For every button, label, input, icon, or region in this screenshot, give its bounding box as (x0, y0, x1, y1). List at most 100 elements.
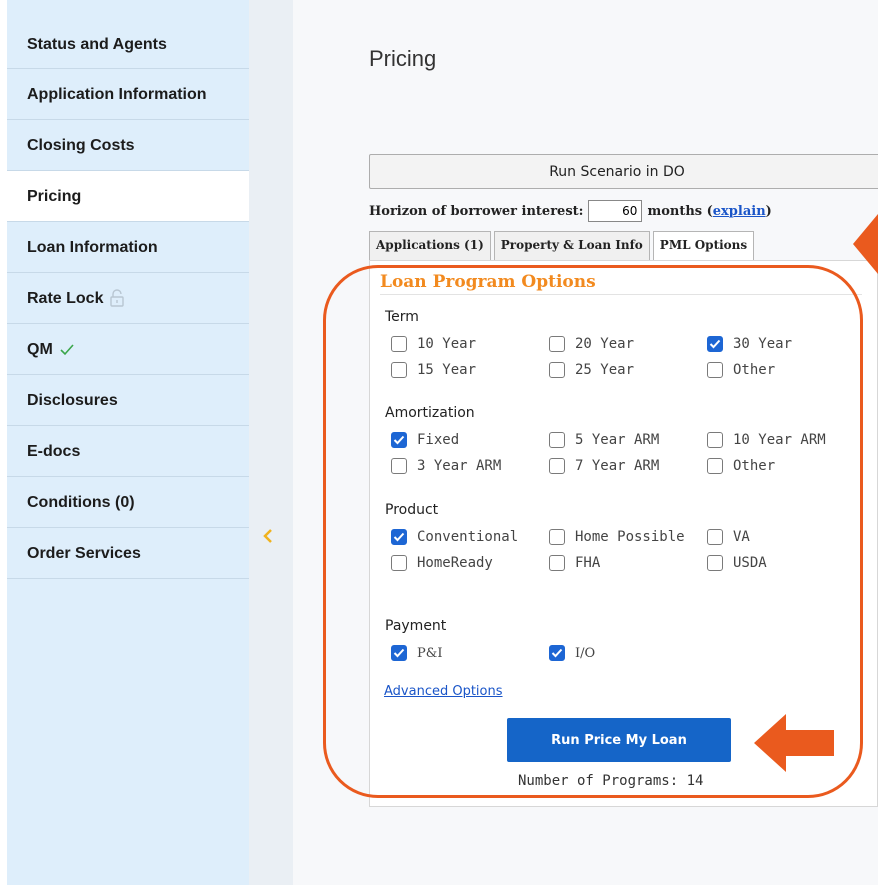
checkbox-box[interactable] (707, 529, 723, 545)
tab-bar: Applications (1) Property & Loan Info PM… (369, 231, 757, 261)
chevron-left-icon[interactable] (262, 528, 274, 549)
checkbox-box[interactable] (391, 432, 407, 448)
checkbox-label: Fixed (417, 432, 460, 448)
sidebar-item-application-information[interactable]: Application Information (7, 69, 249, 120)
checkbox-label: 3 Year ARM (417, 458, 502, 474)
checkbox-box[interactable] (391, 362, 407, 378)
term-20-year-checkbox[interactable]: 20 Year (549, 336, 634, 352)
checkbox-label: 20 Year (575, 336, 635, 352)
checkbox-label: HomeReady (417, 555, 493, 571)
amortization-5-year-arm-checkbox[interactable]: 5 Year ARM (549, 432, 659, 448)
checkbox-label: 15 Year (417, 362, 477, 378)
unlock-icon (109, 289, 125, 307)
checkbox-label: P&I (417, 645, 443, 661)
checkbox-label: 7 Year ARM (575, 458, 660, 474)
sidebar-item-e-docs[interactable]: E-docs (7, 426, 249, 477)
horizon-row: Horizon of borrower interest: months (ex… (369, 200, 772, 222)
sidebar-item-label: Status and Agents (27, 36, 167, 53)
checkmark-icon (59, 342, 75, 356)
sidebar-item-label: Order Services (27, 544, 141, 562)
checkbox-label: USDA (733, 555, 767, 571)
checkbox-box[interactable] (391, 458, 407, 474)
horizon-months-input[interactable] (588, 200, 643, 222)
amortization-3-year-arm-checkbox[interactable]: 3 Year ARM (391, 458, 501, 474)
product-heading: Product (385, 502, 439, 518)
checkbox-box[interactable] (391, 555, 407, 571)
explain-link[interactable]: explain (713, 204, 766, 219)
checkbox-label: I/O (575, 645, 596, 661)
run-price-my-loan-button[interactable]: Run Price My Loan (507, 718, 731, 762)
checkbox-label: Home Possible (575, 529, 685, 545)
checkbox-label: Other (733, 362, 776, 378)
sidebar-item-label: Disclosures (27, 391, 118, 409)
sidebar-item-label: Loan Information (27, 238, 158, 256)
product-va-checkbox[interactable]: VA (707, 529, 750, 545)
horizon-label: Horizon of borrower interest: (369, 203, 584, 219)
product-home-possible-checkbox[interactable]: Home Possible (549, 529, 685, 545)
tab-property-loan-info[interactable]: Property & Loan Info (493, 231, 650, 260)
checkbox-box[interactable] (549, 555, 565, 571)
product-conventional-checkbox[interactable]: Conventional (391, 529, 518, 545)
sidebar-item-qm[interactable]: QM (7, 324, 249, 375)
sidebar-item-status-and-agents[interactable]: Status and Agents (7, 0, 249, 69)
checkbox-label: 30 Year (733, 336, 793, 352)
collapse-strip (249, 0, 293, 885)
term-other-checkbox[interactable]: Other (707, 362, 775, 378)
checkbox-box[interactable] (707, 458, 723, 474)
term-15-year-checkbox[interactable]: 15 Year (391, 362, 476, 378)
amortization-10-year-arm-checkbox[interactable]: 10 Year ARM (707, 432, 826, 448)
sidebar-item-rate-lock[interactable]: Rate Lock (7, 273, 249, 324)
sidebar-item-closing-costs[interactable]: Closing Costs (7, 120, 249, 171)
term-30-year-checkbox[interactable]: 30 Year (707, 336, 792, 352)
checkbox-box[interactable] (391, 336, 407, 352)
sidebar-item-label: Closing Costs (27, 136, 135, 154)
amortization-fixed-checkbox[interactable]: Fixed (391, 432, 459, 448)
checkbox-box[interactable] (549, 336, 565, 352)
horizon-close: ) (765, 203, 772, 219)
payment-p-and-i-checkbox[interactable]: P&I (391, 645, 442, 661)
page-title: Pricing (369, 46, 437, 71)
payment-i-o-checkbox[interactable]: I/O (549, 645, 595, 661)
product-homeready-checkbox[interactable]: HomeReady (391, 555, 493, 571)
number-of-programs: Number of Programs: 14 (518, 773, 704, 789)
checkbox-box[interactable] (391, 529, 407, 545)
checkbox-box[interactable] (549, 529, 565, 545)
payment-heading: Payment (385, 618, 447, 634)
advanced-options-link[interactable]: Advanced Options (384, 684, 503, 699)
checkbox-label: 25 Year (575, 362, 635, 378)
checkbox-box[interactable] (549, 432, 565, 448)
horizon-unit: months ( (647, 203, 713, 219)
sidebar-item-order-services[interactable]: Order Services (7, 528, 249, 579)
checkbox-box[interactable] (549, 362, 565, 378)
sidebar-item-label: Conditions (0) (27, 493, 135, 511)
checkbox-box[interactable] (707, 432, 723, 448)
sidebar-item-loan-information[interactable]: Loan Information (7, 222, 249, 273)
amortization-7-year-arm-checkbox[interactable]: 7 Year ARM (549, 458, 659, 474)
checkbox-box[interactable] (391, 645, 407, 661)
sidebar-item-label: Application Information (27, 85, 207, 103)
amortization-other-checkbox[interactable]: Other (707, 458, 775, 474)
sidebar-item-disclosures[interactable]: Disclosures (7, 375, 249, 426)
product-usda-checkbox[interactable]: USDA (707, 555, 767, 571)
sidebar-item-label: E-docs (27, 442, 81, 460)
checkbox-box[interactable] (549, 645, 565, 661)
checkbox-box[interactable] (549, 458, 565, 474)
sidebar-item-label: QM (27, 340, 53, 358)
checkbox-label: Conventional (417, 529, 519, 545)
checkbox-label: Other (733, 458, 776, 474)
sidebar-item-label: Rate Lock (27, 289, 104, 307)
tab-pml-options[interactable]: PML Options (652, 231, 755, 261)
product-fha-checkbox[interactable]: FHA (549, 555, 600, 571)
checkbox-box[interactable] (707, 336, 723, 352)
checkbox-box[interactable] (707, 555, 723, 571)
checkbox-label: 10 Year ARM (733, 432, 826, 448)
term-heading: Term (385, 309, 419, 325)
term-10-year-checkbox[interactable]: 10 Year (391, 336, 476, 352)
sidebar-item-pricing[interactable]: Pricing (7, 171, 249, 222)
sidebar-item-conditions[interactable]: Conditions (0) (7, 477, 249, 528)
run-scenario-button[interactable]: Run Scenario in DO (369, 154, 878, 189)
tab-applications[interactable]: Applications (1) (369, 231, 491, 260)
checkbox-box[interactable] (707, 362, 723, 378)
amortization-heading: Amortization (385, 405, 475, 421)
term-25-year-checkbox[interactable]: 25 Year (549, 362, 634, 378)
